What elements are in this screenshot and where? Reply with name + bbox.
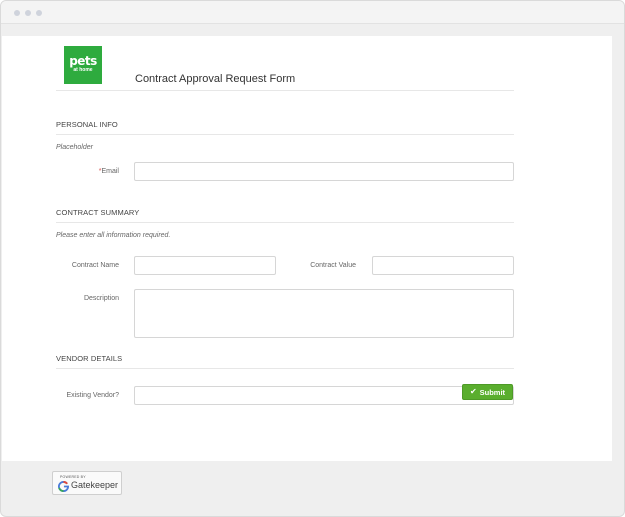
description-field[interactable]: [134, 289, 514, 338]
email-field[interactable]: [134, 162, 514, 181]
existing-vendor-label: Existing Vendor?: [66, 392, 119, 399]
powered-by-text: POWERED BY: [60, 475, 86, 479]
contract-value-field[interactable]: [372, 256, 514, 275]
page-title: Contract Approval Request Form: [135, 73, 296, 85]
section-divider: [56, 134, 514, 135]
contract-name-label: Contract Name: [71, 262, 119, 269]
brand-logo: pets at home: [64, 46, 102, 84]
contract-value-label: Contract Value: [310, 262, 356, 269]
window-dot-2: [25, 10, 31, 16]
section-heading-vendor-details: VENDOR DETAILS: [56, 354, 123, 363]
check-icon: ✔: [469, 387, 477, 396]
existing-vendor-select[interactable]: ✕ ⌄: [134, 386, 514, 405]
section-heading-personal-info: PERSONAL INFO: [56, 120, 118, 129]
window-dot-3: [36, 10, 42, 16]
gatekeeper-logo-icon: [58, 481, 69, 492]
submit-label: Submit: [479, 387, 506, 397]
email-label: *Email: [62, 168, 119, 175]
window-titlebar: [1, 1, 624, 24]
section-divider: [56, 368, 514, 369]
submit-button[interactable]: ✔ Submit: [462, 384, 513, 400]
form-page: pets at home Contract Approval Request F…: [2, 36, 612, 461]
powered-by-badge[interactable]: POWERED BY Gatekeeper: [52, 471, 122, 495]
brand-name: Gatekeeper: [71, 480, 119, 490]
section-heading-contract-summary: CONTRACT SUMMARY: [56, 208, 140, 217]
section-divider: [56, 222, 514, 223]
title-divider: [56, 90, 514, 91]
browser-window: pets at home Contract Approval Request F…: [0, 0, 625, 517]
contract-name-field[interactable]: [134, 256, 276, 275]
logo-text-main: pets: [69, 54, 97, 68]
section-note-personal-info: Placeholder: [56, 144, 93, 151]
description-label: Description: [83, 295, 119, 302]
email-label-text: Email: [101, 168, 119, 175]
section-note-contract-summary: Please enter all information required.: [56, 232, 171, 239]
window-dot-1: [14, 10, 20, 16]
